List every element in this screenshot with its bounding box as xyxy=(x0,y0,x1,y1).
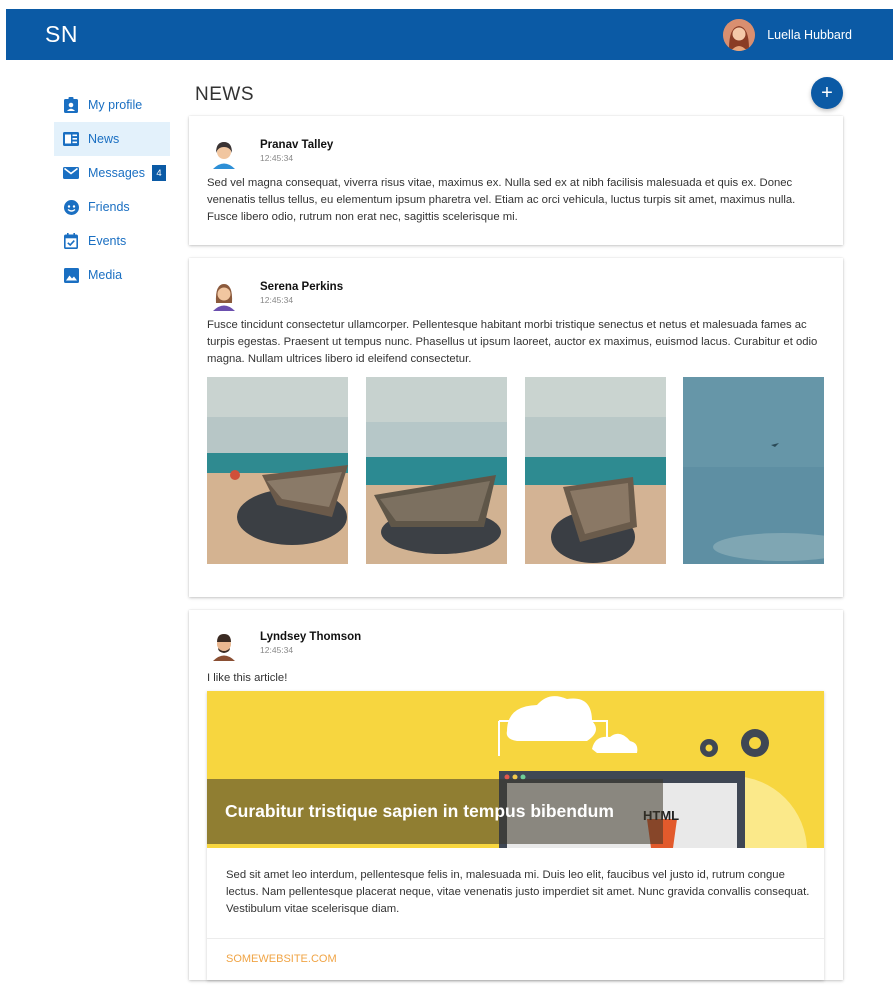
author-avatar-icon[interactable] xyxy=(209,281,239,311)
brand-logo[interactable]: SN xyxy=(45,21,78,48)
post-card: Lyndsey Thomson 12:45:34 I like this art… xyxy=(189,610,843,980)
beach-boat-photo[interactable] xyxy=(207,377,348,564)
post-author[interactable]: Lyndsey Thomson xyxy=(260,631,361,644)
user-avatar-icon[interactable] xyxy=(723,19,756,51)
post-header: Pranav Talley 12:45:34 xyxy=(209,139,333,169)
profile-badge-icon xyxy=(63,97,79,113)
page-title: NEWS xyxy=(195,84,254,105)
sidebar-item-label: Media xyxy=(88,268,123,282)
author-avatar-icon[interactable] xyxy=(209,139,239,169)
post-timestamp: 12:45:34 xyxy=(260,153,294,163)
sidebar-item-label: Messages xyxy=(88,166,145,180)
plus-icon: + xyxy=(821,81,833,104)
article-title[interactable]: Curabitur tristique sapien in tempus bib… xyxy=(225,801,614,822)
add-post-button[interactable]: + xyxy=(811,77,843,109)
post-header: Lyndsey Thomson 12:45:34 xyxy=(209,631,361,661)
sidebar-item-label: Events xyxy=(88,234,127,248)
newspaper-icon xyxy=(63,131,79,147)
unread-count-badge: 4 xyxy=(151,165,166,181)
sidebar-item-label: Friends xyxy=(88,200,130,214)
envelope-icon xyxy=(63,165,79,181)
sidebar-item-events[interactable]: Events xyxy=(54,224,170,258)
post-author[interactable]: Serena Perkins xyxy=(260,281,343,294)
top-bar: SN Luella Hubbard xyxy=(6,9,893,60)
beach-boat-photo[interactable] xyxy=(366,377,507,564)
user-menu[interactable]: Luella Hubbard xyxy=(723,19,852,51)
article-source-link[interactable]: SOMEWEBSITE.COM xyxy=(226,953,337,965)
post-text: Sed vel magna consequat, viverra risus v… xyxy=(207,177,796,223)
article-divider xyxy=(207,938,824,939)
user-name[interactable]: Luella Hubbard xyxy=(767,28,852,42)
shared-article-card[interactable]: HTML Curabitur tristique sapien in tempu… xyxy=(207,691,824,980)
sidebar-item-media[interactable]: Media xyxy=(54,258,170,292)
post-author[interactable]: Pranav Talley xyxy=(260,139,333,152)
sidebar-item-news[interactable]: News xyxy=(54,122,170,156)
post-header: Serena Perkins 12:45:34 xyxy=(209,281,343,311)
post-card: Pranav Talley 12:45:34 Sed vel magna con… xyxy=(189,116,843,245)
post-timestamp: 12:45:34 xyxy=(260,645,294,655)
smiley-icon xyxy=(63,199,79,215)
post-card: Serena Perkins 12:45:34 Fusce tincidunt … xyxy=(189,258,843,597)
sidebar-item-label: News xyxy=(88,132,120,146)
sidebar-item-friends[interactable]: Friends xyxy=(54,190,170,224)
sidebar-item-my-profile[interactable]: My profile xyxy=(54,88,170,122)
article-excerpt: Sed sit amet leo interdum, pellentesque … xyxy=(226,869,810,915)
post-timestamp: 12:45:34 xyxy=(260,295,294,305)
sidebar-item-messages[interactable]: Messages 4 xyxy=(54,156,170,190)
post-text: Fusce tincidunt consectetur ullamcorper.… xyxy=(207,319,818,365)
sidebar-item-label: My profile xyxy=(88,98,143,112)
beach-boat-photo[interactable] xyxy=(525,377,666,564)
article-banner-image: HTML Curabitur tristique sapien in tempu… xyxy=(207,691,824,848)
author-avatar-icon[interactable] xyxy=(209,631,239,661)
sidebar-nav: My profile News Messages 4 Friends Event… xyxy=(54,88,170,292)
calendar-check-icon xyxy=(63,233,79,249)
image-icon xyxy=(63,267,79,283)
sky-plane-photo[interactable] xyxy=(683,377,824,564)
post-text: I like this article! xyxy=(207,672,288,684)
